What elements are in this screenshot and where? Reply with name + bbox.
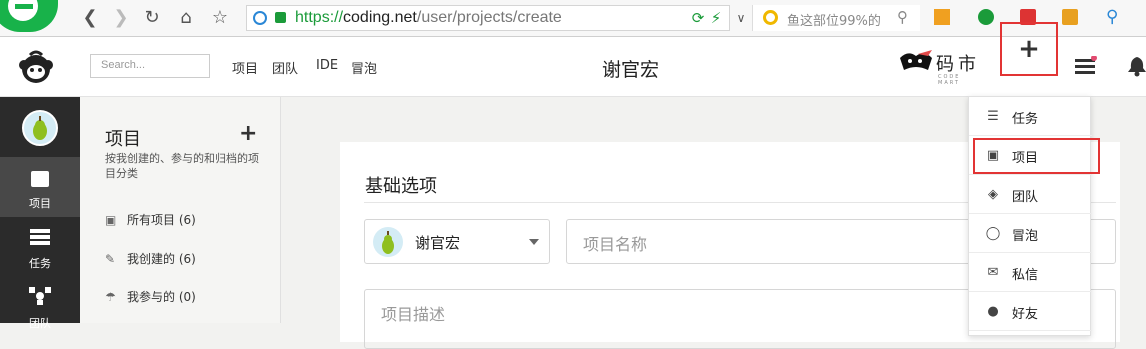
filter-label: 所有项目 (6)	[127, 213, 196, 227]
dropdown-item-friend[interactable]: ● 好友	[969, 292, 1092, 331]
dropdown-item-bubble[interactable]: ◯ 冒泡	[969, 214, 1092, 253]
secure-lock-icon	[275, 12, 286, 23]
filter-all-projects[interactable]: ▣ 所有项目 (6)	[105, 211, 196, 228]
sidebar-item-teams[interactable]: 团队	[0, 277, 80, 337]
site-globe-icon	[253, 11, 267, 25]
site-search-input[interactable]: Search...	[90, 54, 210, 78]
browser-logo-icon[interactable]	[0, 0, 58, 32]
dropdown-chevron-icon[interactable]: ∨	[731, 8, 751, 28]
umbrella-icon: ☂	[105, 290, 116, 304]
url-text: https://coding.net/user/projects/create	[295, 9, 562, 27]
project-sidebar-title: 项目	[105, 129, 141, 150]
team-icon	[29, 287, 51, 305]
nav-projects[interactable]: 项目	[232, 58, 258, 77]
task-icon: ☰	[987, 109, 999, 124]
notification-bell-icon[interactable]	[1128, 55, 1146, 77]
highlight-box	[973, 138, 1100, 174]
project-icon: ▣	[105, 213, 117, 227]
reload-icon[interactable]: ↻	[142, 8, 162, 28]
sidebar-item-tasks[interactable]: 任务	[0, 217, 80, 277]
dropdown-item-label: 团队	[1012, 190, 1039, 205]
add-project-button[interactable]: +	[239, 121, 257, 146]
sidebar-item-label: 团队	[29, 317, 51, 330]
codemart-text: 码市	[936, 54, 980, 75]
lightning-icon[interactable]: ⚡	[706, 8, 726, 28]
apps-icon[interactable]	[934, 9, 950, 25]
filter-created-projects[interactable]: ✎ 我创建的 (6)	[105, 250, 196, 267]
dropdown-item-task[interactable]: ☰ 任务	[969, 97, 1092, 136]
browser-search-box[interactable]: 鱼这部位99%的 ⚲	[752, 5, 920, 31]
sidebar-avatar[interactable]	[22, 110, 58, 146]
dropdown-item-label: 好友	[1012, 307, 1039, 322]
extension-icon[interactable]	[1062, 9, 1078, 25]
magnifier-icon[interactable]: ⚲	[1106, 7, 1118, 27]
project-sidebar: 项目 + 按我创建的、参与的和归档的项目分类 ▣ 所有项目 (6) ✎ 我创建的 (…	[80, 97, 281, 323]
page-title-username: 谢官宏	[602, 59, 660, 81]
project-icon	[31, 171, 49, 187]
nav-bubble[interactable]: 冒泡	[351, 58, 377, 77]
browser-toolbar: ❮ ❯ ↻ ⌂ ☆ https://coding.net/user/projec…	[0, 0, 1146, 37]
refresh-green-icon[interactable]: ⟳	[688, 8, 708, 28]
section-title: 基础选项	[365, 176, 437, 197]
project-sidebar-description: 按我创建的、参与的和归档的项目分类	[105, 152, 259, 180]
mail-icon: ✉	[987, 265, 999, 280]
url-scheme: https://	[295, 9, 344, 26]
owner-select[interactable]: 谢官宏	[364, 219, 550, 264]
owner-avatar	[373, 227, 403, 257]
search-engine-icon	[763, 10, 778, 25]
nav-ide[interactable]: IDE	[316, 58, 338, 73]
address-bar[interactable]: https://coding.net/user/projects/create	[246, 5, 730, 31]
sidebar-item-label: 任务	[29, 257, 51, 270]
sidebar-item-label: 项目	[29, 197, 51, 210]
create-plus-button[interactable]: +	[1000, 22, 1058, 76]
task-icon	[30, 229, 50, 245]
url-host: coding.net	[343, 9, 417, 26]
codemart-logo[interactable]: 码市 CODE MART	[898, 44, 980, 86]
dropdown-item-message[interactable]: ✉ 私信	[969, 253, 1092, 292]
ninja-icon	[900, 50, 932, 70]
edit-icon: ✎	[105, 252, 116, 266]
codemart-subtitle: CODE MART	[938, 74, 961, 86]
forward-icon[interactable]: ❯	[111, 8, 131, 28]
owner-name: 谢官宏	[415, 234, 461, 252]
filter-label: 我参与的 (0)	[127, 290, 196, 304]
dropdown-item-label: 私信	[1012, 268, 1039, 283]
team-icon: ◈	[988, 187, 998, 202]
filter-joined-projects[interactable]: ☂ 我参与的 (0)	[105, 288, 196, 305]
message-list-icon[interactable]	[1075, 56, 1097, 76]
filter-label: 我创建的 (6)	[127, 252, 196, 266]
dropdown-item-label: 冒泡	[1012, 229, 1039, 244]
back-icon[interactable]: ❮	[80, 8, 100, 28]
user-icon: ●	[987, 304, 999, 319]
bubble-icon: ◯	[985, 226, 1001, 241]
app-header: Search... 项目 团队 IDE 冒泡 谢官宏 码市 CODE MART …	[0, 22, 1146, 97]
dropdown-item-team[interactable]: ◈ 团队	[969, 175, 1092, 214]
nav-teams[interactable]: 团队	[272, 58, 298, 77]
icon-sidebar: 项目 任务 团队	[0, 97, 80, 330]
browser-search-text: 鱼这部位99%的	[787, 14, 881, 29]
url-path: /user/projects/create	[416, 9, 562, 26]
caret-down-icon	[529, 239, 539, 245]
bookmark-star-icon[interactable]: ☆	[210, 8, 230, 28]
search-icon[interactable]: ⚲	[897, 8, 908, 26]
coding-logo-icon[interactable]	[16, 49, 56, 85]
shield-icon[interactable]	[978, 9, 994, 25]
dropdown-item-label: 任务	[1012, 112, 1039, 127]
home-icon[interactable]: ⌂	[176, 8, 196, 28]
sidebar-item-projects[interactable]: 项目	[0, 157, 80, 217]
create-dropdown-menu: ☰ 任务 ▣ 项目 ◈ 团队 ◯ 冒泡 ✉ 私信 ● 好友	[968, 96, 1092, 336]
